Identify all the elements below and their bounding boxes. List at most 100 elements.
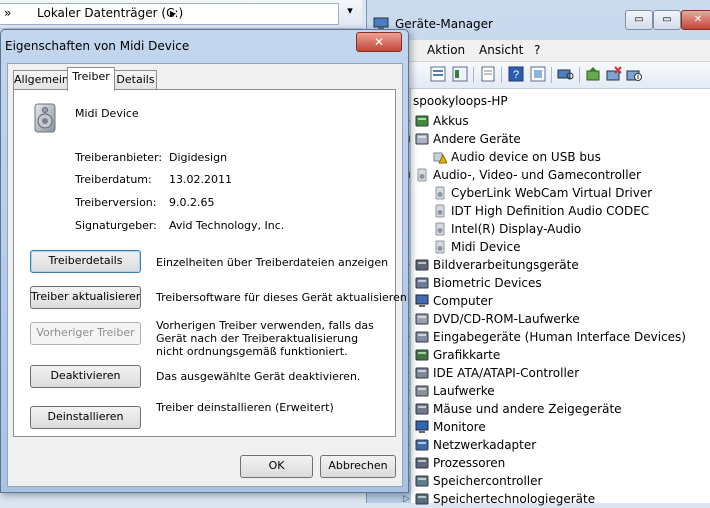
tree-node-label: Audio-, Video- und Gamecontroller bbox=[433, 168, 641, 182]
minimize-icon: ▭ bbox=[634, 14, 644, 25]
storage-controller-icon bbox=[415, 475, 429, 487]
disable-description: Das ausgewählte Gerät deaktivieren. bbox=[156, 370, 361, 383]
camera-icon bbox=[415, 259, 429, 271]
battery-icon bbox=[415, 115, 429, 127]
tree-node-label: Speichercontroller bbox=[433, 474, 543, 488]
driver-tab-panel: Midi Device Treiberanbieter: Digidesign … bbox=[13, 89, 407, 437]
tree-node-label: Eingabegeräte (Human Interface Devices) bbox=[433, 330, 686, 344]
scan-hardware-icon[interactable] bbox=[557, 66, 575, 82]
uninstall-icon[interactable] bbox=[605, 66, 623, 82]
tree-node-label: Prozessoren bbox=[433, 456, 506, 470]
view-icon[interactable] bbox=[451, 66, 469, 82]
menu-action[interactable]: Aktion bbox=[427, 43, 465, 57]
speaker-icon bbox=[435, 222, 445, 236]
update-driver-icon[interactable] bbox=[585, 66, 603, 82]
tree-node-label: Mäuse und andere Zeigegeräte bbox=[433, 402, 622, 416]
toolbar: ? bbox=[367, 62, 710, 89]
driver-version-value: 9.0.2.65 bbox=[169, 196, 215, 209]
document-icon[interactable] bbox=[479, 66, 497, 82]
tree-node-label: Audio device on USB bus bbox=[451, 150, 601, 164]
tab-general[interactable]: Allgemein bbox=[13, 70, 69, 90]
tree-node-label: Biometric Devices bbox=[433, 276, 542, 290]
driver-date-label: Treiberdatum: bbox=[75, 173, 152, 186]
tree-node-label: Computer bbox=[433, 294, 493, 308]
tree-node-label: IDE ATA/ATAPI-Controller bbox=[433, 366, 580, 380]
address-drive-label[interactable]: Lokaler Datenträger (C:) bbox=[37, 6, 183, 20]
dialog-title: Eigenschaften von Midi Device bbox=[5, 39, 190, 53]
tree-node-label: Intel(R) Display-Audio bbox=[451, 222, 582, 236]
driver-details-description: Einzelheiten über Treiberdateien anzeige… bbox=[156, 256, 389, 269]
close-icon: ✕ bbox=[373, 35, 385, 49]
toolbar-separator bbox=[579, 67, 580, 83]
menu-view[interactable]: Ansicht bbox=[479, 43, 523, 57]
speaker-icon bbox=[435, 186, 445, 200]
roll-back-driver-button[interactable]: Vorheriger Treiber bbox=[30, 322, 141, 345]
close-icon: ✕ bbox=[693, 14, 703, 25]
cancel-button[interactable]: Abbrechen bbox=[320, 455, 396, 478]
close-button[interactable]: ✕ bbox=[681, 10, 710, 30]
update-driver-description: Treibersoftware für dieses Gerät aktuali… bbox=[156, 291, 407, 304]
tree-node-label: Akkus bbox=[433, 114, 469, 128]
minimize-button[interactable]: ▭ bbox=[625, 10, 653, 30]
toolbar-separator bbox=[551, 67, 552, 83]
monitor-icon bbox=[415, 420, 429, 433]
disable-button[interactable]: Deaktivieren bbox=[30, 365, 141, 388]
driver-provider-value: Digidesign bbox=[169, 151, 228, 164]
driver-provider-label: Treiberanbieter: bbox=[75, 151, 163, 164]
tree-node-label: DVD/CD-ROM-Laufwerke bbox=[433, 312, 580, 326]
biometric-icon bbox=[415, 277, 429, 289]
menu-bar: Aktion Ansicht ? bbox=[367, 40, 710, 62]
driver-details-button[interactable]: Treiberdetails bbox=[30, 250, 141, 273]
toolbar-separator bbox=[473, 67, 474, 83]
mouse-icon bbox=[415, 403, 429, 415]
uninstall-button[interactable]: Deinstallieren bbox=[30, 406, 141, 429]
tree-node-label: Grafikkarte bbox=[433, 348, 501, 362]
processor-icon bbox=[415, 457, 429, 469]
tree-node-label: Andere Geräte bbox=[433, 132, 521, 146]
driver-version-label: Treiberversion: bbox=[75, 196, 157, 209]
update-driver-button[interactable]: Treiber aktualisieren... bbox=[30, 286, 141, 309]
tree-node-label: Speichertechnologiegeräte bbox=[433, 492, 596, 506]
ok-button[interactable]: OK bbox=[240, 455, 313, 478]
device-tree: spookyloops-HP▷Akkus◢Andere GeräteAudio … bbox=[403, 89, 710, 506]
device-manager-window: Geräte-Manager ▭ ▭ ✕ Aktion Ansicht ? ? … bbox=[366, 0, 710, 506]
maximize-icon: ▭ bbox=[662, 14, 672, 25]
speaker-icon bbox=[435, 204, 445, 218]
disk-drive-icon bbox=[415, 385, 429, 397]
display-adapter-icon bbox=[415, 349, 429, 361]
network-adapter-icon bbox=[415, 439, 429, 451]
details-icon[interactable] bbox=[529, 66, 547, 82]
digital-signer-label: Signaturgeber: bbox=[75, 219, 157, 232]
unknown-device-icon bbox=[415, 133, 429, 145]
svg-text:?: ? bbox=[513, 69, 519, 81]
maximize-button[interactable]: ▭ bbox=[653, 10, 681, 30]
tab-driver[interactable]: Treiber bbox=[67, 67, 115, 91]
tree-node-label: Netzwerkadapter bbox=[433, 438, 537, 452]
toolbar-separator bbox=[501, 67, 502, 83]
menu-help[interactable]: ? bbox=[534, 43, 540, 57]
driver-date-value: 13.02.2011 bbox=[169, 173, 232, 186]
address-separator: » bbox=[4, 6, 12, 20]
tree-node-label: CyberLink WebCam Virtual Driver bbox=[451, 186, 653, 200]
speaker-icon bbox=[435, 240, 445, 254]
tab-details[interactable]: Details bbox=[114, 70, 157, 90]
properties-dialog: Eigenschaften von Midi Device ✕ Allgemei… bbox=[0, 29, 409, 493]
address-arrow[interactable]: ▸ bbox=[170, 6, 176, 20]
address-dropdown-icon[interactable]: ▾ bbox=[342, 4, 358, 22]
tree-root-label: spookyloops-HP bbox=[413, 94, 508, 108]
roll-back-driver-description: Vorherigen Treiber verwenden, falls das … bbox=[156, 319, 374, 358]
tree-node-label: Bildverarbeitungsgeräte bbox=[433, 258, 579, 272]
properties-icon[interactable] bbox=[429, 66, 447, 82]
disable-device-icon[interactable] bbox=[625, 66, 643, 82]
dialog-client-area: Allgemein Treiber Details Midi Device Tr… bbox=[7, 63, 407, 487]
expand-arrow-icon[interactable]: ▷ bbox=[403, 495, 411, 504]
device-manager-title: Geräte-Manager bbox=[395, 17, 493, 31]
tree-node-label: IDT High Definition Audio CODEC bbox=[451, 204, 650, 218]
computer-icon bbox=[415, 294, 429, 307]
explorer-address-field[interactable]: » Lokaler Datenträger (C:) ▸ bbox=[0, 3, 339, 25]
dialog-close-button[interactable]: ✕ bbox=[356, 32, 402, 52]
help-icon[interactable]: ? bbox=[507, 66, 525, 82]
tree-node-label: Midi Device bbox=[451, 240, 521, 254]
ide-controller-icon bbox=[415, 367, 429, 379]
storage-technology-icon bbox=[415, 493, 429, 505]
